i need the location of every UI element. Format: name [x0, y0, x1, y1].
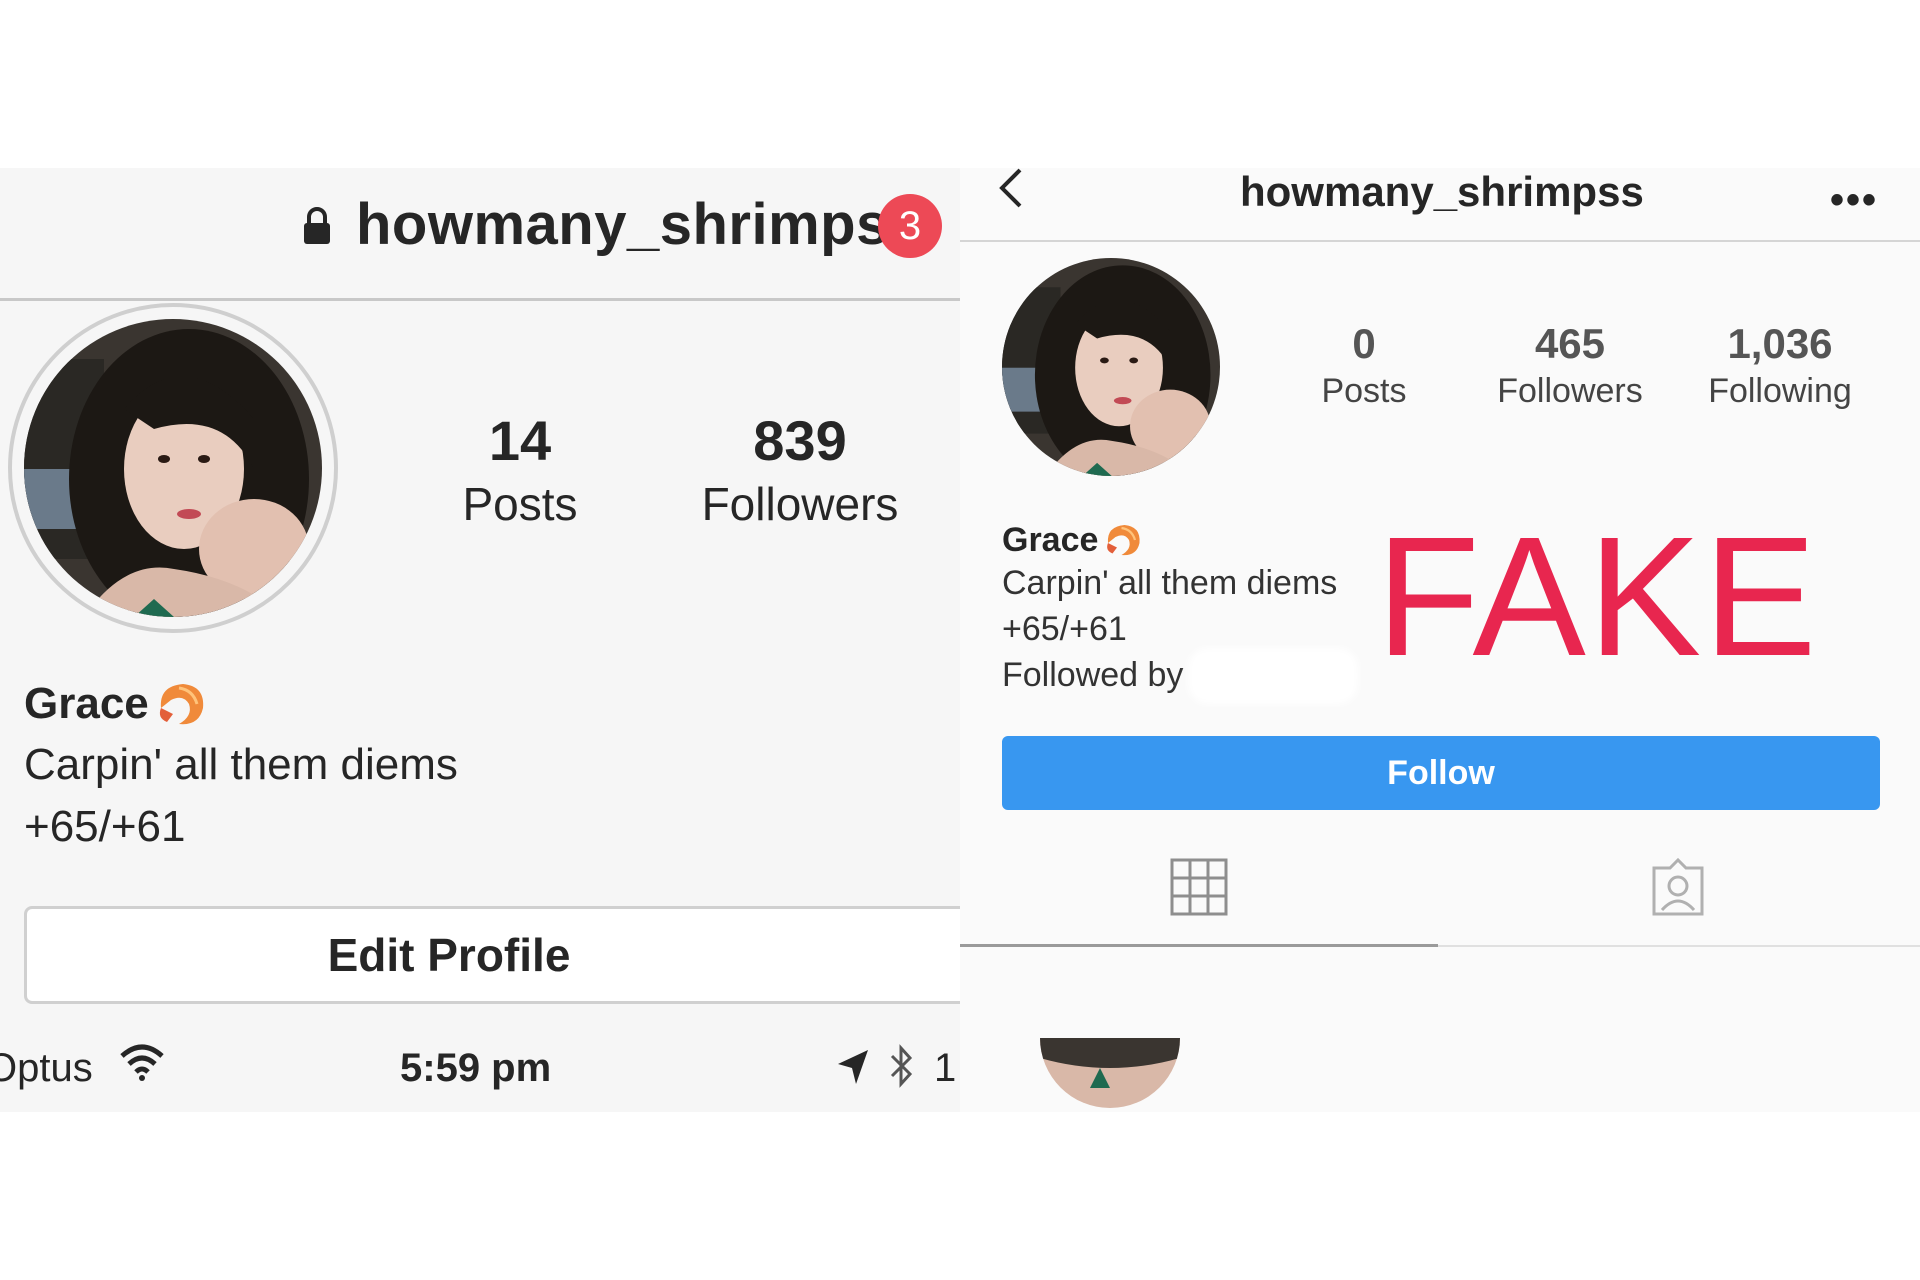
- name-text: Grace: [24, 679, 149, 728]
- stat-label: Followers: [1497, 372, 1643, 410]
- avatar[interactable]: [1002, 258, 1220, 476]
- stat-value: 839: [753, 409, 847, 472]
- bio-line: Carpin' all them diems: [24, 740, 458, 789]
- carrier-name: Optus: [0, 1046, 93, 1090]
- notification-badge[interactable]: 3: [878, 194, 942, 258]
- stat-followers[interactable]: 465 Followers: [1480, 320, 1660, 411]
- tagged-photos-icon[interactable]: [1648, 858, 1708, 918]
- profile-name: Grace: [1002, 520, 1144, 560]
- stat-label: Posts: [1321, 372, 1407, 410]
- location-arrow-icon: [838, 1050, 868, 1084]
- profile-header: howmany_shrimps 3: [0, 168, 960, 298]
- clock-time: 5:59 pm: [400, 1046, 552, 1090]
- name-text: Grace: [1002, 520, 1099, 559]
- status-bar: Optus 5:59 pm 1: [0, 1028, 960, 1102]
- stat-value: 465: [1534, 320, 1606, 367]
- active-tab-indicator: [960, 944, 1438, 947]
- post-thumbnail-peek: [1040, 1038, 1180, 1108]
- stat-posts[interactable]: 14 Posts: [440, 408, 600, 531]
- redaction-patch: [1188, 648, 1358, 704]
- stat-following[interactable]: 1,036 Following: [1680, 320, 1880, 411]
- profile-name: Grace: [24, 678, 209, 730]
- stat-value: 14: [488, 409, 552, 472]
- divider: [0, 298, 960, 301]
- followed-by-text[interactable]: Followed by: [1002, 656, 1183, 695]
- bio-line: +65/+61: [24, 802, 186, 851]
- fake-label-overlay: FAKE: [1376, 502, 1819, 692]
- lock-icon: [304, 207, 330, 244]
- shrimp-icon: [159, 684, 203, 725]
- real-profile-panel: howmany_shrimps 3 14 Posts 839 Followers…: [0, 168, 960, 1112]
- stat-label: Followers: [701, 478, 899, 530]
- bluetooth-icon: [890, 1044, 913, 1088]
- back-arrow-icon[interactable]: [996, 168, 1026, 208]
- stat-label: Following: [1708, 372, 1852, 410]
- grid-view-icon[interactable]: [1170, 858, 1228, 916]
- stat-followers[interactable]: 839 Followers: [680, 408, 920, 531]
- edit-profile-button[interactable]: Edit Profile: [24, 906, 960, 1004]
- divider: [960, 240, 1920, 242]
- stat-posts[interactable]: 0 Posts: [1304, 320, 1424, 411]
- wifi-icon: [120, 1044, 164, 1081]
- battery-percent: 1: [934, 1046, 957, 1090]
- stat-value: 1,036: [1727, 320, 1833, 367]
- stat-value: 0: [1352, 320, 1376, 367]
- follow-button[interactable]: Follow: [1002, 736, 1880, 810]
- bio-line: +65/+61: [1002, 610, 1127, 648]
- username: howmany_shrimpss: [1240, 168, 1644, 215]
- stat-label: Posts: [462, 478, 578, 530]
- username[interactable]: howmany_shrimps: [356, 191, 889, 258]
- tab-divider: [1438, 945, 1920, 947]
- bio-line: Carpin' all them diems: [1002, 564, 1338, 602]
- more-options-icon[interactable]: •••: [1830, 178, 1878, 223]
- shrimp-icon: [1107, 525, 1141, 556]
- avatar[interactable]: [24, 319, 322, 617]
